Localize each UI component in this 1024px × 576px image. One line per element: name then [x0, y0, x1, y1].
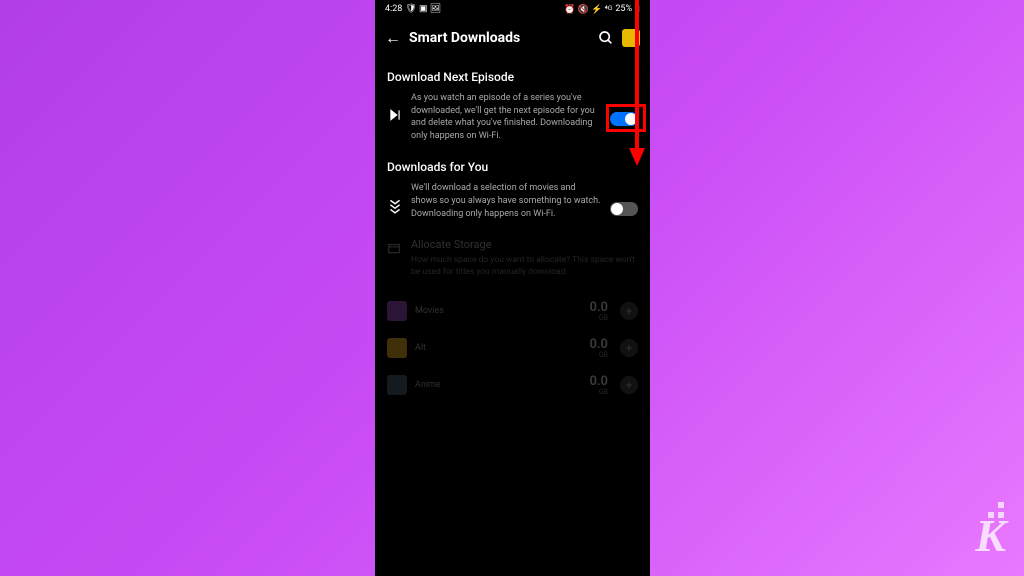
- storage-thumb: [387, 375, 407, 395]
- phone-frame: 4:28 🛡 ▣ 🖼 ⏰ 🔇 ⚡ ⁴ᴳ 25% ▯ ← Smart Downlo…: [375, 0, 650, 576]
- allocate-description: How much space do you want to allocate? …: [411, 255, 638, 279]
- storage-name: Movies: [415, 306, 581, 316]
- toggle-next-episode[interactable]: [610, 112, 638, 126]
- status-time: 4:28: [385, 4, 402, 14]
- setting-for-you: We'll download a selection of movies and…: [387, 182, 638, 220]
- increase-button[interactable]: +: [620, 302, 638, 320]
- search-icon[interactable]: [598, 30, 614, 46]
- storage-name: Alt: [415, 343, 581, 353]
- storage-thumb: [387, 338, 407, 358]
- watermark-logo: K: [975, 509, 1006, 562]
- section-title-for-you: Downloads for You: [387, 160, 638, 174]
- next-episode-description: As you watch an episode of a series you'…: [411, 92, 602, 142]
- storage-value: 0.0: [589, 338, 608, 351]
- setting-next-episode: As you watch an episode of a series you'…: [387, 92, 638, 142]
- status-battery: 25%: [615, 4, 632, 14]
- storage-name: Anime: [415, 380, 581, 390]
- status-bar: 4:28 🛡 ▣ 🖼 ⏰ 🔇 ⚡ ⁴ᴳ 25% ▯: [375, 0, 650, 18]
- profile-avatar[interactable]: [622, 29, 640, 47]
- app-header: ← Smart Downloads: [375, 18, 650, 58]
- storage-unit: GB: [589, 351, 608, 359]
- play-next-icon: [387, 92, 403, 122]
- storage-item-movies: Movies 0.0 GB +: [387, 293, 638, 330]
- storage-item-alt: Alt 0.0 GB +: [387, 330, 638, 367]
- allocate-title: Allocate Storage: [411, 238, 638, 251]
- increase-button[interactable]: +: [620, 339, 638, 357]
- increase-button[interactable]: +: [620, 376, 638, 394]
- section-title-next-episode: Download Next Episode: [387, 70, 638, 84]
- back-button[interactable]: ←: [385, 28, 401, 48]
- storage-icon: [387, 238, 403, 259]
- status-right-icons: ⏰ 🔇 ⚡ ⁴ᴳ: [564, 4, 612, 15]
- storage-unit: GB: [589, 314, 608, 322]
- status-left-icons: 🛡 ▣ 🖼: [405, 4, 441, 14]
- storage-item-anime: Anime 0.0 GB +: [387, 367, 638, 404]
- allocate-section: Allocate Storage How much space do you w…: [387, 238, 638, 404]
- battery-icon: ▯: [635, 4, 640, 14]
- page-title: Smart Downloads: [409, 30, 590, 46]
- storage-unit: GB: [589, 388, 608, 396]
- storage-value: 0.0: [589, 301, 608, 314]
- storage-thumb: [387, 301, 407, 321]
- content-area: Download Next Episode As you watch an ep…: [375, 58, 650, 576]
- download-stack-icon: [387, 182, 403, 214]
- for-you-description: We'll download a selection of movies and…: [411, 182, 602, 220]
- toggle-for-you[interactable]: [610, 202, 638, 216]
- storage-value: 0.0: [589, 375, 608, 388]
